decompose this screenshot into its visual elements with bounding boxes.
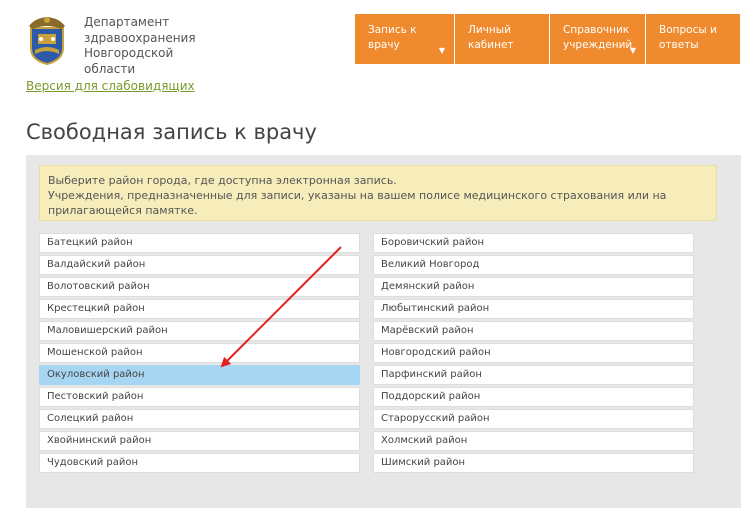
district-button[interactable]: Холмский район [373, 431, 694, 451]
district-button[interactable]: Новгородский район [373, 343, 694, 363]
district-button[interactable]: Демянский район [373, 277, 694, 297]
district-button[interactable]: Любытинский район [373, 299, 694, 319]
nav-tab-appointment[interactable]: Запись к врачу ▼ [355, 14, 454, 64]
nav-tab-label: ответы [659, 39, 699, 51]
district-selection-panel: Выберите район города, где доступна элек… [26, 155, 741, 508]
organization-name: Департамент здравоохранения Новгородской… [84, 15, 214, 77]
district-list-left: Батецкий район Валдайский район Волотовс… [39, 233, 360, 475]
org-line: Департамент [84, 15, 170, 29]
org-line: области [84, 61, 136, 76]
district-button[interactable]: Мошенской район [39, 343, 360, 363]
district-button[interactable]: Парфинский район [373, 365, 694, 385]
district-button[interactable]: Шимский район [373, 453, 694, 473]
district-button[interactable]: Солецкий район [39, 409, 360, 429]
district-button[interactable]: Пестовский район [39, 387, 360, 407]
district-button[interactable]: Боровичский район [373, 233, 694, 253]
district-button[interactable]: Великий Новгород [373, 255, 694, 275]
nav-tab-label: Вопросы и [659, 24, 717, 36]
district-button[interactable]: Валдайский район [39, 255, 360, 275]
district-button[interactable]: Поддорский район [373, 387, 694, 407]
nav-tab-faq[interactable]: Вопросы и ответы [646, 14, 740, 64]
nav-tab-label: Личный [468, 24, 511, 36]
accessibility-version-link[interactable]: Версия для слабовидящих [26, 79, 195, 93]
district-button[interactable]: Батецкий район [39, 233, 360, 253]
district-button-selected[interactable]: Окуловский район [39, 365, 360, 385]
notice-line: Выберите район города, где доступна элек… [48, 174, 397, 187]
district-button[interactable]: Крестецкий район [39, 299, 360, 319]
caret-down-icon: ▼ [629, 46, 636, 55]
district-button[interactable]: Хвойнинский район [39, 431, 360, 451]
notice-line: Учреждения, предназначенные для записи, … [48, 189, 667, 202]
nav-tab-label: кабинет [468, 39, 514, 51]
main-navigation: Запись к врачу ▼ Личный кабинет Справочн… [355, 14, 740, 64]
nav-tab-label: учреждений [563, 39, 633, 51]
district-button[interactable]: Волотовский район [39, 277, 360, 297]
district-button[interactable]: Чудовский район [39, 453, 360, 473]
nav-tab-label: Запись к [368, 24, 417, 36]
caret-down-icon: ▼ [438, 46, 445, 55]
district-list-right: Боровичский район Великий Новгород Демян… [373, 233, 694, 475]
info-notice: Выберите район города, где доступна элек… [39, 165, 717, 221]
district-button[interactable]: Марёвский район [373, 321, 694, 341]
district-button[interactable]: Старорусский район [373, 409, 694, 429]
nav-tab-label: врачу [368, 39, 400, 51]
org-line: здравоохранения [84, 30, 196, 45]
org-line: Новгородской [84, 46, 174, 60]
nav-tab-directory[interactable]: Справочник учреждений ▼ [550, 14, 645, 64]
page-title: Свободная запись к врачу [26, 120, 317, 144]
nav-tab-label: Справочник [563, 24, 630, 36]
nav-tab-personal-account[interactable]: Личный кабинет [455, 14, 549, 64]
notice-line: прилагающейся памятке. [48, 204, 198, 217]
district-button[interactable]: Маловишерский район [39, 321, 360, 341]
novgorod-coat-of-arms-icon [29, 17, 65, 66]
